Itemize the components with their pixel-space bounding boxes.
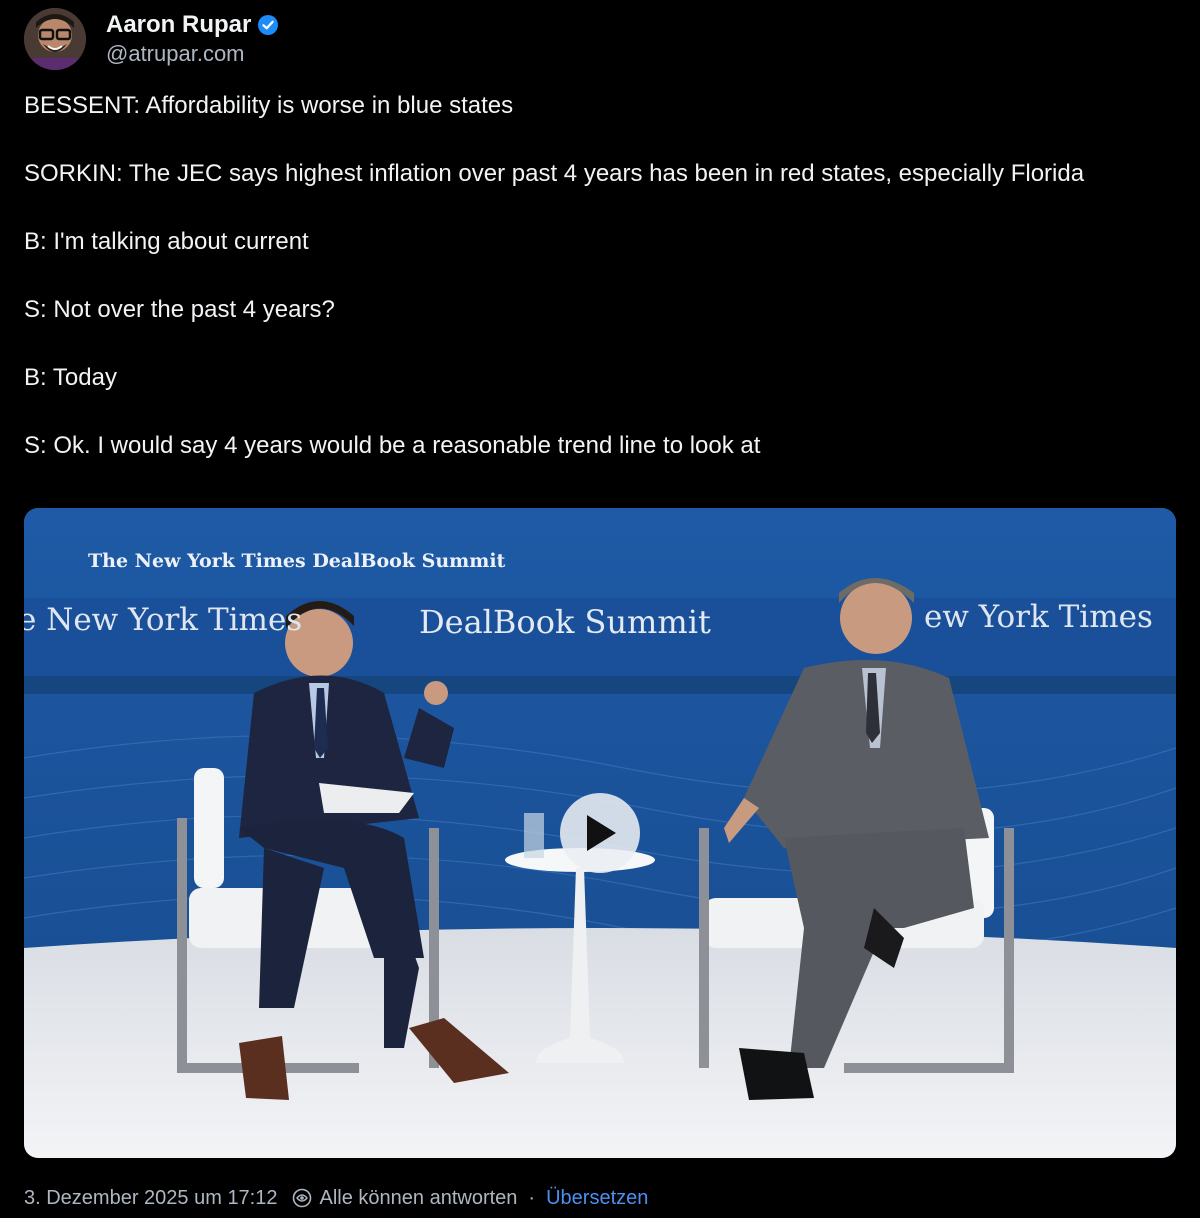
post-footer: 3. Dezember 2025 um 17:12 Alle können an… — [24, 1184, 648, 1212]
play-button[interactable] — [560, 793, 640, 873]
post-paragraph: B: Today — [24, 364, 117, 391]
post-paragraph: B: I'm talking about current — [24, 228, 309, 255]
post-author: Aaron Rupar @atrupar.com — [106, 8, 279, 67]
banner-text-right: ew York Times — [924, 599, 1153, 635]
verified-badge-icon — [258, 15, 279, 35]
translate-link[interactable]: Übersetzen — [546, 1187, 648, 1210]
post-text: BESSENT: Affordability is worse in blue … — [24, 89, 1174, 463]
avatar[interactable] — [24, 8, 86, 70]
banner-text-left: e New York Times — [24, 602, 303, 638]
post-paragraph: BESSENT: Affordability is worse in blue … — [24, 92, 514, 119]
post-paragraph: SORKIN: The JEC says highest inflation o… — [24, 160, 1085, 187]
author-name[interactable]: Aaron Rupar — [106, 11, 251, 39]
play-icon — [587, 815, 616, 851]
stage-logo-text: The New York Times DealBook Summit — [88, 550, 506, 572]
author-handle[interactable]: @atrupar.com — [106, 41, 278, 67]
avatar-image — [24, 8, 86, 70]
post-timestamp[interactable]: 3. Dezember 2025 um 17:12 — [24, 1187, 278, 1210]
reply-settings-icon — [292, 1188, 311, 1208]
video-player[interactable]: The New York Times DealBook Summit e New… — [24, 508, 1176, 1158]
post-paragraph: S: Not over the past 4 years? — [24, 296, 335, 323]
separator-dot: · — [528, 1186, 536, 1209]
banner-text-center: DealBook Summit — [419, 603, 711, 641]
reply-setting-label: Alle können antworten — [319, 1186, 518, 1209]
post-paragraph: S: Ok. I would say 4 years would be a re… — [24, 432, 761, 459]
